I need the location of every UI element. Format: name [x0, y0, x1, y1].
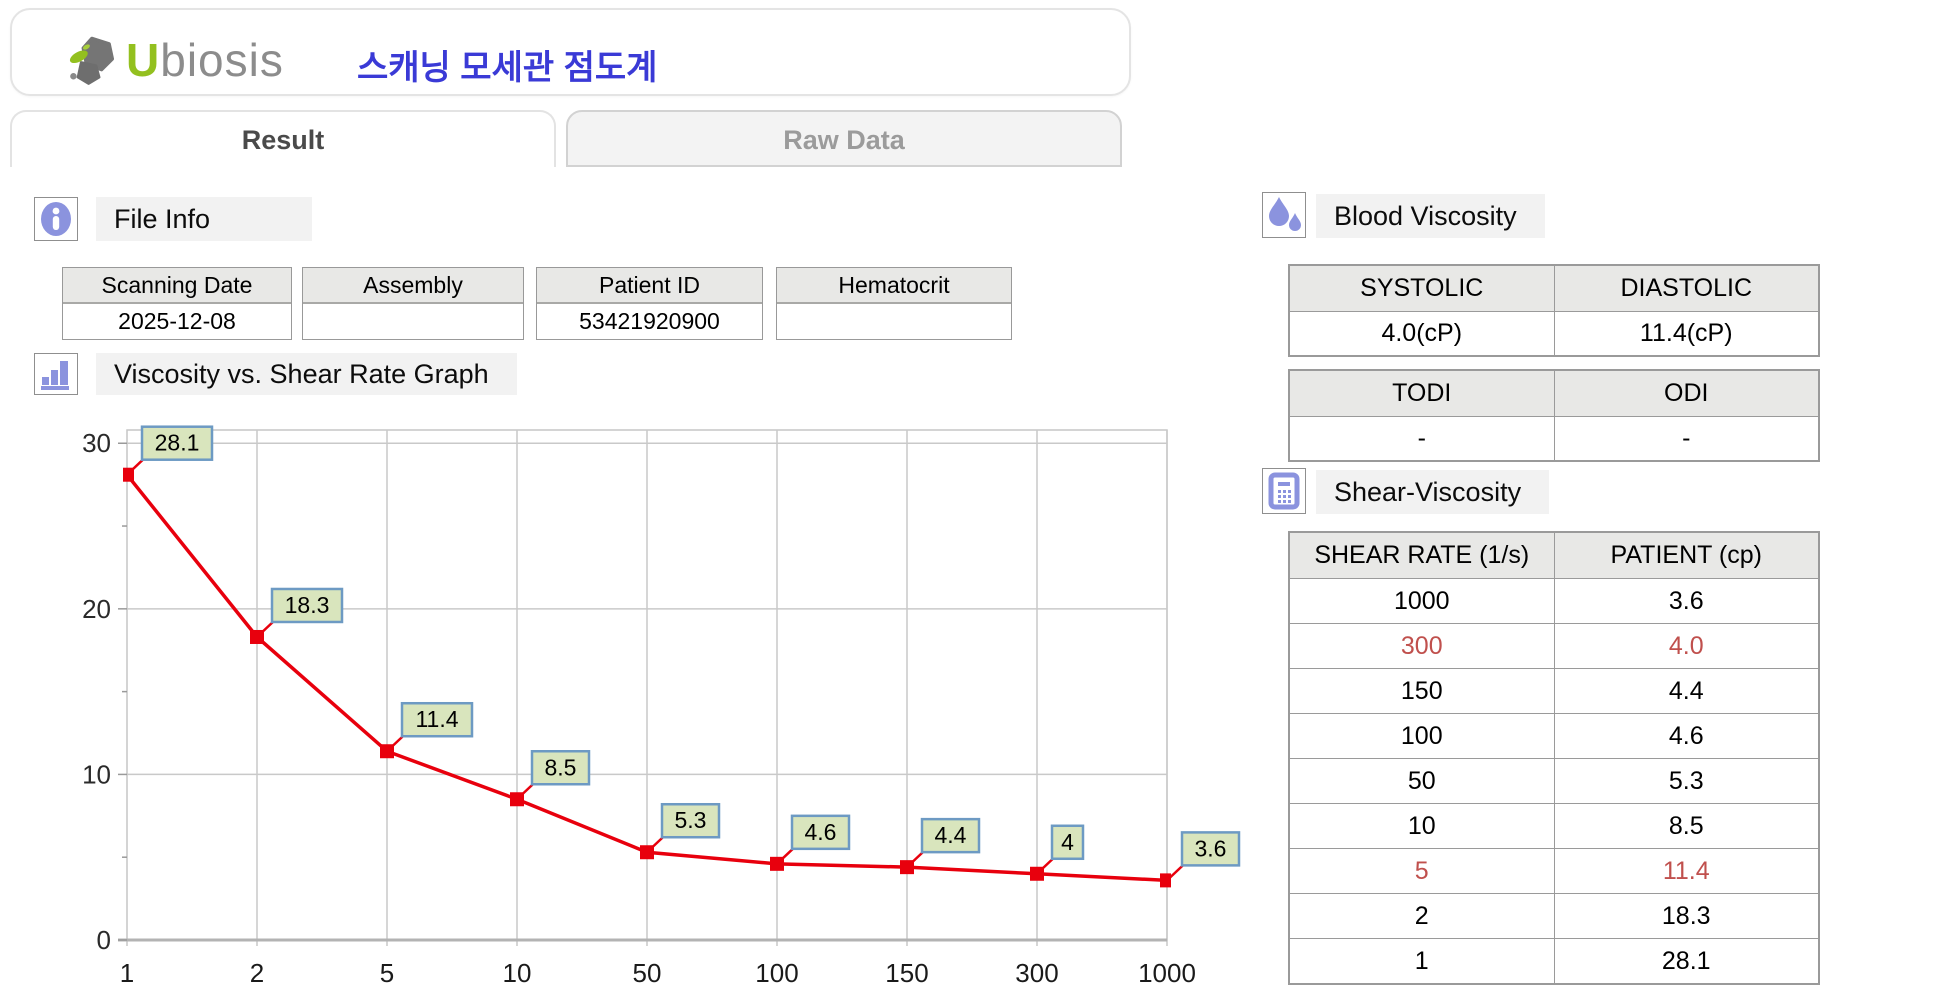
- odi-value: -: [1554, 417, 1818, 460]
- svg-text:5: 5: [380, 958, 394, 988]
- svg-text:10: 10: [82, 759, 111, 789]
- column-header-shear-rate: SHEAR RATE (1/s): [1290, 533, 1554, 578]
- column-header-todi: TODI: [1290, 371, 1554, 416]
- svg-text:300: 300: [1015, 958, 1058, 988]
- svg-text:2: 2: [250, 958, 264, 988]
- svg-text:10: 10: [503, 958, 532, 988]
- table-cell-shear-rate: 50: [1290, 759, 1554, 803]
- bar-chart-icon: [34, 353, 78, 395]
- section-title-file-info: File Info: [96, 197, 312, 241]
- svg-text:50: 50: [633, 958, 662, 988]
- field-label: Assembly: [303, 268, 523, 304]
- table-cell-patient: 8.5: [1554, 804, 1818, 848]
- todi-value: -: [1290, 417, 1554, 460]
- field-label: Patient ID: [537, 268, 762, 304]
- table-cell-patient: 4.6: [1554, 714, 1818, 758]
- section-title-shear-viscosity: Shear-Viscosity: [1316, 470, 1550, 514]
- svg-text:5.3: 5.3: [675, 807, 707, 833]
- field-value: 53421920900: [537, 304, 762, 339]
- logo-word-biosis: biosis: [160, 34, 284, 86]
- column-header-odi: ODI: [1554, 371, 1818, 416]
- svg-text:4.4: 4.4: [935, 822, 967, 848]
- table-cell-patient: 4.0: [1554, 624, 1818, 668]
- diastolic-value: 11.4(cP): [1554, 312, 1818, 355]
- field-label: Scanning Date: [63, 268, 291, 304]
- blood-viscosity-table: SYSTOLIC DIASTOLIC 4.0(cP) 11.4(cP): [1288, 264, 1820, 357]
- field-assembly: Assembly: [302, 267, 524, 340]
- calculator-icon: [1262, 468, 1306, 514]
- field-value: [303, 304, 523, 339]
- shear-viscosity-table: SHEAR RATE (1/s) PATIENT (cp) 1000 3.6 3…: [1288, 531, 1820, 985]
- viscosity-chart-svg: 0 10 20 30 1 2 5 10 50 100 150 300 1000 28.1 18.3 11.4 8…: [82, 425, 1241, 988]
- svg-text:0: 0: [97, 925, 111, 955]
- svg-text:11.4: 11.4: [415, 706, 458, 732]
- table-cell-patient: 28.1: [1554, 939, 1818, 983]
- table-cell-shear-rate: 300: [1290, 624, 1554, 668]
- info-icon: [34, 197, 78, 241]
- table-cell-shear-rate: 1000: [1290, 579, 1554, 623]
- field-value: 2025-12-08: [63, 304, 291, 339]
- svg-text:8.5: 8.5: [545, 754, 577, 780]
- field-patient-id: Patient ID 53421920900: [536, 267, 763, 340]
- table-cell-shear-rate: 1: [1290, 939, 1554, 983]
- table-cell-shear-rate: 2: [1290, 894, 1554, 938]
- field-label: Hematocrit: [777, 268, 1011, 304]
- table-cell-patient: 18.3: [1554, 894, 1818, 938]
- field-value: [777, 304, 1011, 339]
- blood-drop-icon: [1262, 192, 1306, 238]
- table-cell-patient: 11.4: [1554, 849, 1818, 893]
- todi-odi-table: TODI ODI - -: [1288, 369, 1820, 462]
- viscosity-chart: 0 10 20 30 1 2 5 10 50 100 150 300 1000 28.1 18.3 11.4 8…: [30, 418, 1250, 995]
- svg-text:28.1: 28.1: [155, 430, 200, 456]
- svg-text:18.3: 18.3: [285, 592, 330, 618]
- svg-text:1: 1: [120, 958, 134, 988]
- section-title-blood-viscosity: Blood Viscosity: [1316, 194, 1545, 238]
- app-title: 스캐닝 모세관 점도계: [357, 49, 658, 87]
- table-cell-patient: 4.4: [1554, 669, 1818, 713]
- ubiosis-logo: Ubiosis: [68, 32, 284, 88]
- table-cell-patient: 5.3: [1554, 759, 1818, 803]
- svg-text:20: 20: [82, 594, 111, 624]
- svg-text:150: 150: [885, 958, 928, 988]
- svg-text:3.6: 3.6: [1195, 835, 1227, 861]
- table-cell-shear-rate: 10: [1290, 804, 1554, 848]
- table-cell-shear-rate: 150: [1290, 669, 1554, 713]
- logo-letter-u: U: [126, 34, 161, 86]
- systolic-value: 4.0(cP): [1290, 312, 1554, 355]
- svg-text:4: 4: [1061, 829, 1074, 855]
- header-bar: Ubiosis 스캐닝 모세관 점도계: [10, 8, 1131, 96]
- table-cell-shear-rate: 5: [1290, 849, 1554, 893]
- section-title-graph: Viscosity vs. Shear Rate Graph: [96, 353, 517, 395]
- svg-text:4.6: 4.6: [805, 819, 837, 845]
- svg-text:1000: 1000: [1138, 958, 1196, 988]
- column-header-systolic: SYSTOLIC: [1290, 266, 1554, 311]
- table-cell-patient: 3.6: [1554, 579, 1818, 623]
- table-cell-shear-rate: 100: [1290, 714, 1554, 758]
- field-hematocrit: Hematocrit: [776, 267, 1012, 340]
- ubiosis-logo-icon: [69, 36, 115, 85]
- field-scanning-date: Scanning Date 2025-12-08: [62, 267, 292, 340]
- logo-text: Ubiosis: [126, 32, 284, 88]
- tab-raw-data[interactable]: Raw Data: [566, 110, 1122, 167]
- svg-text:100: 100: [755, 958, 798, 988]
- column-header-patient: PATIENT (cp): [1554, 533, 1818, 578]
- svg-text:30: 30: [82, 428, 111, 458]
- tab-result[interactable]: Result: [10, 110, 556, 167]
- column-header-diastolic: DIASTOLIC: [1554, 266, 1818, 311]
